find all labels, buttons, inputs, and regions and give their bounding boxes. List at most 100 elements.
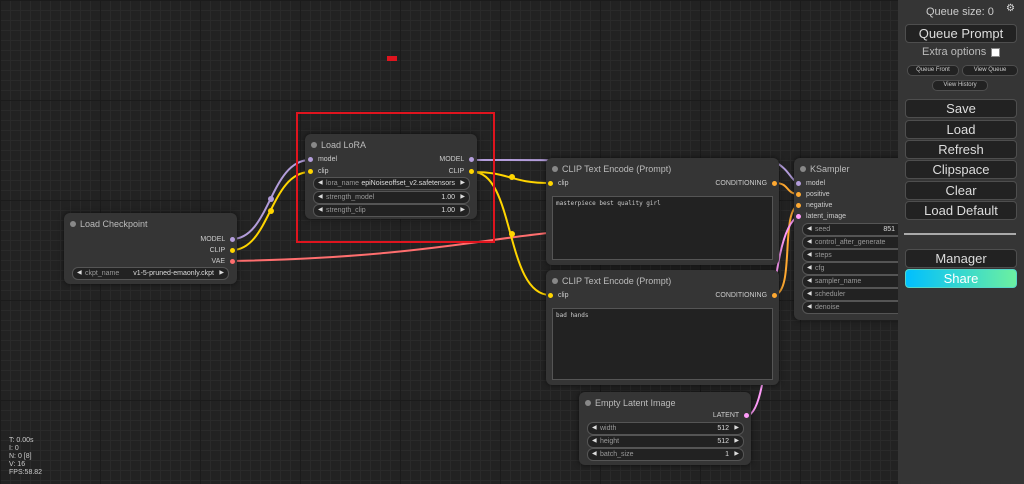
widget-label: control_after_generate (815, 239, 886, 246)
scheduler-combo[interactable]: ◀ scheduler (802, 288, 898, 301)
widget-value: 512 (717, 425, 729, 432)
output-conditioning[interactable]: CONDITIONING (715, 290, 777, 302)
batch-size-slider[interactable]: ◀ batch_size 1 ▶ (587, 448, 744, 461)
height-slider[interactable]: ◀ height 512 ▶ (587, 435, 744, 448)
load-default-button[interactable]: Load Default (905, 201, 1017, 220)
input-dot[interactable] (796, 180, 801, 186)
arrow-left-icon[interactable]: ◀ (807, 263, 812, 274)
widget-label: steps (815, 252, 832, 259)
clear-button[interactable]: Clear (905, 181, 1017, 200)
load-button[interactable]: Load (905, 120, 1017, 139)
settings-gear-icon[interactable]: ⚙ (1006, 3, 1015, 14)
arrow-left-icon[interactable]: ◀ (807, 250, 812, 261)
clipspace-button[interactable]: Clipspace (905, 160, 1017, 179)
prompt-textarea[interactable]: masterpiece best quality girl (552, 196, 773, 260)
output-dot[interactable] (230, 236, 235, 242)
widget-label: width (600, 425, 617, 432)
node-title[interactable]: CLIP Text Encode (Prompt) (546, 158, 779, 180)
width-slider[interactable]: ◀ width 512 ▶ (587, 422, 744, 435)
selection-highlight (296, 112, 495, 243)
share-button[interactable]: Share (905, 269, 1017, 288)
render-stats: T: 0.00s I: 0 N: 0 [8] V: 16 FPS:58.82 (9, 437, 42, 477)
input-clip[interactable]: clip (548, 178, 568, 190)
input-label: clip (557, 292, 569, 299)
node-ksampler[interactable]: KSampler model positive negative latent_… (794, 158, 898, 320)
steps-slider[interactable]: ◀ steps (802, 249, 898, 262)
input-dot[interactable] (796, 213, 801, 219)
arrow-right-icon[interactable]: ▶ (734, 423, 739, 434)
view-queue-button[interactable]: View Queue (962, 65, 1018, 76)
widget-label: cfg (815, 265, 825, 272)
node-title[interactable]: CLIP Text Encode (Prompt) (546, 270, 779, 292)
output-dot[interactable] (744, 412, 749, 418)
save-button[interactable]: Save (905, 99, 1017, 118)
output-label: CONDITIONING (715, 292, 768, 299)
input-label: latent_image (805, 213, 847, 220)
input-dot[interactable] (796, 191, 801, 197)
arrow-left-icon[interactable]: ◀ (592, 449, 597, 460)
prompt-textarea[interactable]: bad hands (552, 308, 773, 380)
output-latent[interactable]: LATENT (713, 410, 749, 422)
arrow-left-icon[interactable]: ◀ (807, 237, 812, 248)
input-label: clip (557, 180, 569, 187)
queue-size: Queue size: 0 (926, 6, 994, 18)
stat-time: T: 0.00s (9, 437, 34, 444)
arrow-right-icon[interactable]: ▶ (734, 436, 739, 447)
node-load-checkpoint[interactable]: Load Checkpoint MODEL CLIP VAE ◀ ckpt_na… (64, 213, 237, 284)
stat-v: V: 16 (9, 461, 26, 468)
arrow-right-icon[interactable]: ▶ (219, 268, 224, 279)
node-clip-text-encode-positive[interactable]: CLIP Text Encode (Prompt) clip CONDITION… (546, 158, 779, 265)
view-history-button[interactable]: View History (932, 80, 988, 91)
widget-value: v1-5-pruned-emaonly.ckpt (133, 270, 214, 277)
arrow-left-icon[interactable]: ◀ (77, 268, 82, 279)
widget-label: sampler_name (815, 278, 862, 285)
seed-slider[interactable]: ◀ seed 851 (802, 223, 898, 236)
widget-label: scheduler (815, 291, 846, 298)
output-dot[interactable] (230, 258, 235, 264)
extra-options-checkbox[interactable] (991, 47, 1001, 57)
node-graph-canvas[interactable]: Load Checkpoint MODEL CLIP VAE ◀ ckpt_na… (0, 0, 898, 484)
widget-value: 512 (717, 438, 729, 445)
sampler-name-combo[interactable]: ◀ sampler_name (802, 275, 898, 288)
stat-fps: FPS:58.82 (9, 469, 43, 476)
cfg-slider[interactable]: ◀ cfg (802, 262, 898, 275)
wire-midpoint (509, 174, 515, 180)
node-title[interactable]: Load Checkpoint (64, 213, 237, 235)
input-latent-image[interactable]: latent_image (796, 211, 846, 223)
arrow-left-icon[interactable]: ◀ (592, 436, 597, 447)
output-conditioning[interactable]: CONDITIONING (715, 178, 777, 190)
control-after-generate-combo[interactable]: ◀ control_after_generate (802, 236, 898, 249)
input-clip[interactable]: clip (548, 290, 568, 302)
arrow-right-icon[interactable]: ▶ (734, 449, 739, 460)
input-dot[interactable] (548, 292, 553, 298)
arrow-left-icon[interactable]: ◀ (807, 302, 812, 313)
refresh-button[interactable]: Refresh (905, 140, 1017, 159)
stat-n: N: 0 [8] (9, 453, 32, 460)
arrow-left-icon[interactable]: ◀ (807, 289, 812, 300)
stat-i: I: 0 (9, 445, 19, 452)
denoise-slider[interactable]: ◀ denoise (802, 301, 898, 314)
arrow-left-icon[interactable]: ◀ (592, 423, 597, 434)
queue-front-button[interactable]: Queue Front (907, 65, 959, 76)
node-title[interactable]: KSampler (794, 158, 898, 180)
arrow-left-icon[interactable]: ◀ (807, 276, 812, 287)
widget-label: denoise (815, 304, 840, 311)
input-dot[interactable] (796, 202, 801, 208)
queue-prompt-button[interactable]: Queue Prompt (905, 24, 1017, 43)
node-empty-latent-image[interactable]: Empty Latent Image LATENT ◀ width 512 ▶ … (579, 392, 751, 465)
extra-options-label: Extra options (922, 46, 987, 58)
widget-label: height (600, 438, 620, 445)
wire-midpoint (268, 208, 274, 214)
node-clip-text-encode-negative[interactable]: CLIP Text Encode (Prompt) clip CONDITION… (546, 270, 779, 385)
input-dot[interactable] (548, 180, 553, 186)
output-dot[interactable] (772, 180, 777, 186)
arrow-left-icon[interactable]: ◀ (807, 224, 812, 235)
red-marker (387, 56, 397, 61)
manager-button[interactable]: Manager (905, 249, 1017, 268)
ckpt-name-combo[interactable]: ◀ ckpt_name v1-5-pruned-emaonly.ckpt ▶ (72, 267, 229, 280)
widget-value: 1 (725, 451, 729, 458)
output-dot[interactable] (230, 247, 235, 253)
input-label: model (805, 180, 826, 187)
input-label: negative (805, 202, 833, 209)
output-dot[interactable] (772, 292, 777, 298)
